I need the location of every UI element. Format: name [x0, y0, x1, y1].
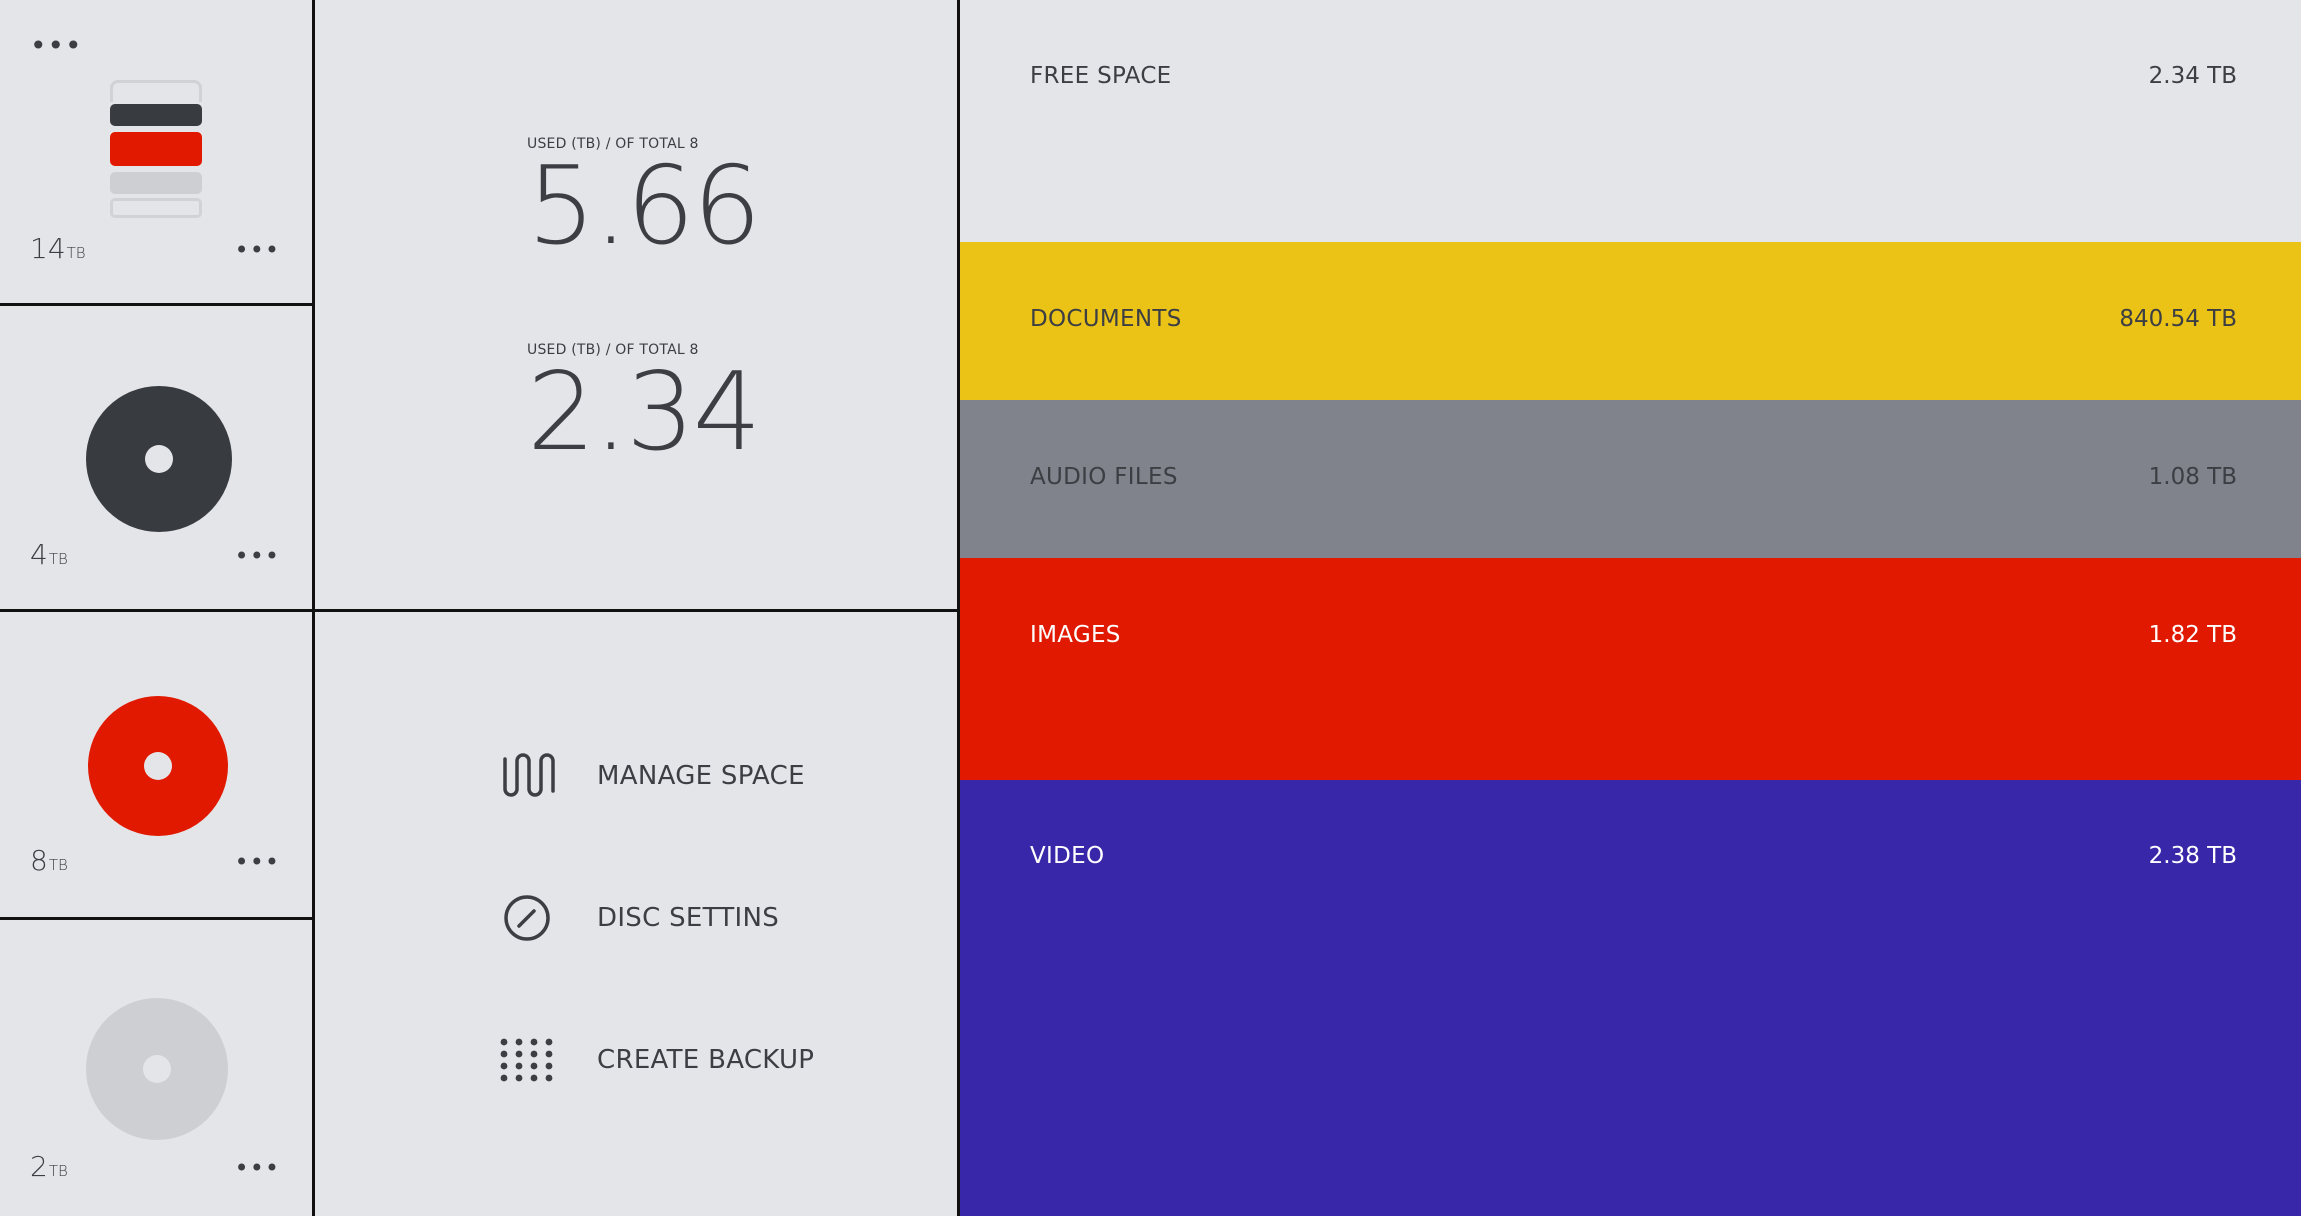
- drive-options-icon[interactable]: •••: [235, 1156, 280, 1180]
- category-name: VIDEO: [1030, 843, 1105, 869]
- usage-stat: USED (TB) / OF TOTAL 8 2.34: [527, 342, 761, 475]
- manage-space-button[interactable]: MANAGE SPACE: [499, 746, 805, 806]
- drive-capacity: 8TB: [30, 844, 68, 877]
- category-documents[interactable]: DOCUMENTS 840.54 TB: [960, 242, 2301, 400]
- category-size: 840.54 TB: [2119, 306, 2237, 332]
- category-images[interactable]: IMAGES 1.82 TB: [960, 558, 2301, 780]
- action-list: MANAGE SPACE DISC SETTINS CREATE BACKUP: [315, 612, 957, 1216]
- drive-stack-icon: [108, 80, 206, 218]
- category-size: 1.82 TB: [2148, 622, 2237, 648]
- category-list: FREE SPACE 2.34 TB DOCUMENTS 840.54 TB A…: [960, 0, 2301, 1216]
- wave-icon: [499, 748, 555, 804]
- usage-stats: USED (TB) / OF TOTAL 8 5.66 USED (TB) / …: [315, 0, 957, 612]
- drive-capacity: 4TB: [30, 538, 68, 571]
- disc-icon: [86, 998, 228, 1140]
- drive-options-icon[interactable]: •••: [235, 544, 280, 568]
- drive-item-14tb[interactable]: ••• 14TB •••: [0, 0, 312, 306]
- usage-stat: USED (TB) / OF TOTAL 8 5.66: [527, 136, 761, 269]
- category-size: 2.34 TB: [2148, 63, 2237, 89]
- category-name: IMAGES: [1030, 622, 1121, 648]
- category-name: FREE SPACE: [1030, 63, 1172, 89]
- category-free-space[interactable]: FREE SPACE 2.34 TB: [960, 0, 2301, 242]
- drive-menu-icon[interactable]: •••: [30, 32, 83, 60]
- drive-item-2tb[interactable]: 2TB •••: [0, 920, 312, 1216]
- category-video[interactable]: VIDEO 2.38 TB: [960, 780, 2301, 1216]
- detail-panel: USED (TB) / OF TOTAL 8 5.66 USED (TB) / …: [315, 0, 960, 1216]
- drive-list: ••• 14TB ••• 4TB ••• 8TB ••• 2TB •••: [0, 0, 315, 1216]
- disc-icon: [88, 696, 228, 836]
- usage-stat-value: 5.66: [527, 144, 761, 269]
- drive-options-icon[interactable]: •••: [235, 850, 280, 874]
- grid-dots-icon: [499, 1032, 555, 1088]
- drive-item-4tb[interactable]: 4TB •••: [0, 306, 312, 612]
- category-name: DOCUMENTS: [1030, 306, 1182, 332]
- usage-stat-value: 2.34: [527, 350, 761, 475]
- disc-settings-button[interactable]: DISC SETTINS: [499, 888, 779, 948]
- drive-capacity: 2TB: [30, 1150, 68, 1183]
- gauge-icon: [499, 890, 555, 946]
- drive-item-8tb[interactable]: 8TB •••: [0, 612, 312, 920]
- category-size: 2.38 TB: [2148, 843, 2237, 869]
- disc-icon: [86, 386, 232, 532]
- category-name: AUDIO FILES: [1030, 464, 1178, 490]
- category-audio-files[interactable]: AUDIO FILES 1.08 TB: [960, 400, 2301, 558]
- drive-options-icon[interactable]: •••: [235, 238, 280, 262]
- category-size: 1.08 TB: [2148, 464, 2237, 490]
- create-backup-button[interactable]: CREATE BACKUP: [499, 1030, 814, 1090]
- drive-capacity: 14TB: [30, 232, 86, 265]
